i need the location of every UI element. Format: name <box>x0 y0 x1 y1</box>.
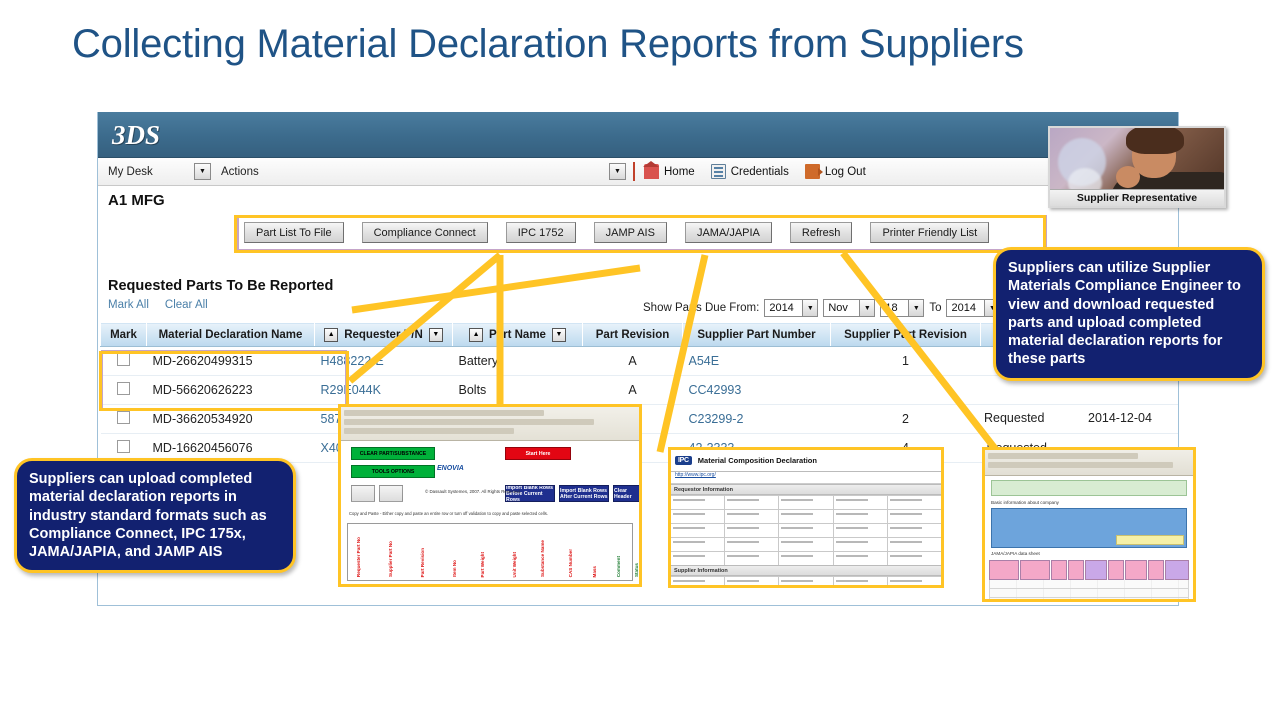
ipc-field[interactable] <box>834 524 887 537</box>
ipc-field[interactable] <box>888 552 941 565</box>
ipc-field[interactable] <box>725 524 778 537</box>
start-here-button[interactable]: Start Here <box>505 447 571 460</box>
photo-person-hair <box>1126 126 1184 154</box>
slide-root: Collecting Material Declaration Reports … <box>0 0 1280 720</box>
ipc-supplier-section-label: Supplier Information <box>671 565 941 576</box>
spreadsheet-body: CLEAR PART/SUBSTANCE TOOLS OPTIONS Start… <box>341 441 639 587</box>
jama-table-header <box>989 560 1189 580</box>
callout-supplier-engineer: Suppliers can utilize Supplier Materials… <box>993 247 1265 381</box>
ipc-field[interactable] <box>888 510 941 523</box>
copy-paste-note: Copy and Paste - Either copy and paste a… <box>349 511 548 516</box>
jama-column-header[interactable] <box>1020 560 1050 580</box>
jama-table-label: JAMA/JAPIA data sheet <box>991 551 1187 556</box>
ipc-field[interactable] <box>725 552 778 565</box>
jama-table-rows <box>989 580 1189 602</box>
ipc-1752-thumbnail: IPC Material Composition Declaration htt… <box>668 447 944 588</box>
ipc-field[interactable] <box>725 496 778 509</box>
spreadsheet-toolbar <box>341 407 639 441</box>
supplier-representative-photo: Supplier Representative <box>1048 126 1226 208</box>
photo-person-hand <box>1116 166 1140 188</box>
jama-column-header[interactable] <box>1165 560 1189 580</box>
ipc-field[interactable] <box>725 510 778 523</box>
ipc-field[interactable] <box>888 577 941 588</box>
column-header-band: Requester Part No Supplier Part No Part … <box>347 523 633 581</box>
ipc-field[interactable] <box>671 538 724 551</box>
jama-row[interactable] <box>989 580 1189 589</box>
jama-row[interactable] <box>989 598 1189 602</box>
ipc-field[interactable] <box>779 538 832 551</box>
confirm-button[interactable] <box>379 485 403 502</box>
jama-column-header[interactable] <box>1068 560 1084 580</box>
jama-instruction-note <box>991 480 1187 496</box>
ipc-field[interactable] <box>888 524 941 537</box>
jama-column-header[interactable] <box>1051 560 1067 580</box>
ipc-field[interactable] <box>725 538 778 551</box>
ipc-field[interactable] <box>834 496 887 509</box>
ipc-requestor-grid <box>671 495 941 565</box>
ipc-supplier-grid <box>671 576 941 588</box>
jama-column-header[interactable] <box>1148 560 1164 580</box>
ipc-field[interactable] <box>671 552 724 565</box>
ipc-field[interactable] <box>671 577 724 588</box>
jama-column-header[interactable] <box>1125 560 1147 580</box>
ipc-field[interactable] <box>779 510 832 523</box>
jama-japia-thumbnail: Basic information about company JAMA/JAP… <box>982 447 1196 602</box>
ipc-field[interactable] <box>834 552 887 565</box>
copyright-text: © Dassault Systemes, 2007. All Rights Re… <box>425 489 521 494</box>
cancel-button[interactable] <box>351 485 375 502</box>
ipc-field[interactable] <box>834 538 887 551</box>
ipc-field[interactable] <box>834 577 887 588</box>
clear-header-button[interactable]: Clear Header <box>613 485 641 502</box>
ipc-field[interactable] <box>671 524 724 537</box>
ipc-logo: IPC <box>675 456 692 465</box>
insert-rows-after-button[interactable]: Import Blank Rows After Current Rows <box>559 485 609 502</box>
ipc-requestor-section-label: Requestor Information <box>671 484 941 495</box>
ipc-field[interactable] <box>671 496 724 509</box>
jama-row[interactable] <box>989 589 1189 598</box>
ipc-field[interactable] <box>671 510 724 523</box>
callout-upload-formats: Suppliers can upload completed material … <box>14 458 296 573</box>
vendor-logo: ENOVIA <box>437 465 464 472</box>
ipc-field[interactable] <box>779 552 832 565</box>
jama-column-header[interactable] <box>1085 560 1107 580</box>
jama-column-header[interactable] <box>1108 560 1124 580</box>
jama-toolbar <box>985 450 1193 476</box>
tools-options-button[interactable]: TOOLS OPTIONS <box>351 465 435 478</box>
jama-section-label: Basic information about company <box>991 500 1187 505</box>
clear-part-substance-button[interactable]: CLEAR PART/SUBSTANCE <box>351 447 435 460</box>
ipc-field[interactable] <box>779 577 832 588</box>
ipc-form-header: IPC Material Composition Declaration <box>671 450 941 472</box>
ipc-field[interactable] <box>888 538 941 551</box>
ipc-field[interactable] <box>779 496 832 509</box>
compliance-connect-thumbnail: CLEAR PART/SUBSTANCE TOOLS OPTIONS Start… <box>338 404 642 587</box>
ipc-field[interactable] <box>834 510 887 523</box>
jama-info-panel <box>991 508 1187 548</box>
photo-caption: Supplier Representative <box>1050 189 1224 206</box>
ipc-field[interactable] <box>725 577 778 588</box>
ipc-form-link[interactable]: http://www.ipc.org/ <box>671 472 941 484</box>
ipc-field[interactable] <box>779 524 832 537</box>
jama-column-header[interactable] <box>989 560 1019 580</box>
ipc-field[interactable] <box>888 496 941 509</box>
ipc-form-title: Material Composition Declaration <box>698 456 817 465</box>
